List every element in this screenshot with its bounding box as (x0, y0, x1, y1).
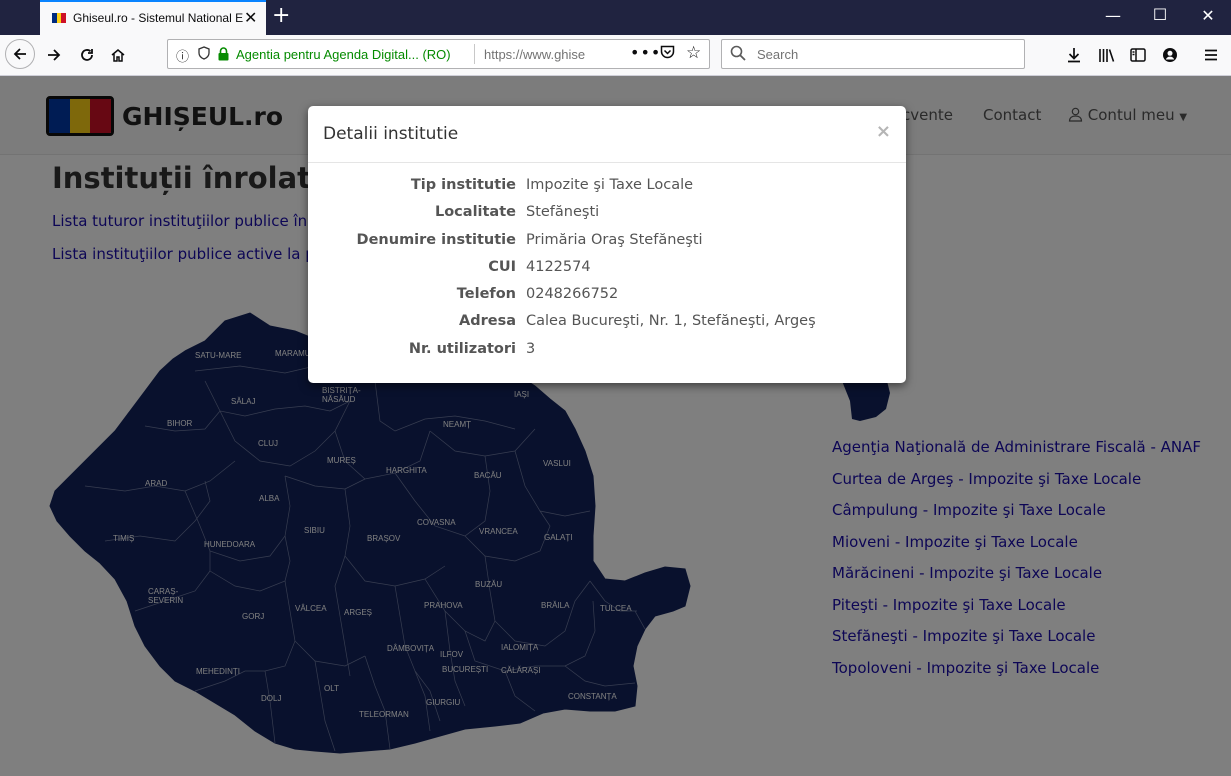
search-input[interactable]: Search (757, 47, 798, 62)
detail-row: Adresa Calea Bucureşti, Nr. 1, Stefăneşt… (308, 313, 906, 340)
detail-row: Telefon 0248266752 (308, 286, 906, 313)
detail-label: CUI (488, 258, 516, 275)
url-text[interactable]: https://www.ghise (484, 47, 585, 62)
back-arrow-icon[interactable] (5, 39, 35, 69)
bookmark-star-icon[interactable]: ☆ (686, 43, 701, 63)
maximize-icon[interactable]: ☐ (1150, 5, 1170, 24)
home-icon[interactable] (106, 43, 130, 67)
pocket-icon[interactable] (660, 45, 675, 63)
close-window-icon[interactable]: ✕ (1198, 6, 1218, 25)
library-icon[interactable] (1094, 43, 1118, 67)
detail-label: Telefon (456, 286, 516, 303)
web-page: GHIȘEUL.ro cvente Contact Contul meu ▼ I… (0, 76, 1231, 776)
detail-value: 3 (526, 340, 536, 357)
url-separator (474, 44, 475, 64)
detail-value: Impozite şi Taxe Locale (526, 177, 694, 193)
tab-title: Ghiseul.ro - Sistemul National E (73, 11, 243, 25)
site-identity[interactable]: Agentia pentru Agenda Digital... (RO) (236, 47, 451, 62)
modal-body: Tip institutie Impozite şi Taxe Locale L… (308, 177, 906, 368)
modal-close-icon[interactable]: × (876, 121, 891, 142)
detail-row: Localitate Stefăneşti (308, 204, 906, 231)
navigation-toolbar: ⓘ Agentia pentru Agenda Digital... (RO) … (0, 35, 1231, 76)
detail-label: Tip institutie (410, 177, 516, 193)
detail-label: Localitate (434, 204, 516, 221)
modal-header: Detalii institutie × (308, 106, 906, 163)
search-bar[interactable]: Search (721, 39, 1025, 69)
modal-title: Detalii institutie (323, 124, 459, 144)
detail-label: Denumire institutie (356, 231, 516, 248)
account-icon[interactable] (1158, 43, 1182, 67)
tab-close-icon[interactable]: ✕ (244, 8, 257, 27)
search-icon (730, 45, 746, 61)
tracking-shield-icon[interactable] (198, 46, 210, 64)
detail-row: Denumire institutie Primăria Oraş Stefăn… (308, 232, 906, 259)
institution-details-modal: Detalii institutie × Tip institutie Impo… (308, 106, 906, 383)
detail-value: 0248266752 (526, 286, 619, 303)
detail-value: Calea Bucureşti, Nr. 1, Stefăneşti, Arge… (526, 313, 816, 330)
info-icon[interactable]: ⓘ (176, 46, 189, 65)
detail-label: Adresa (458, 313, 516, 330)
tab-bar: Ghiseul.ro - Sistemul National E ✕ + — ☐… (0, 0, 1231, 35)
detail-value: Stefăneşti (526, 204, 600, 221)
url-bar[interactable]: ⓘ Agentia pentru Agenda Digital... (RO) … (167, 39, 710, 69)
page-actions-icon[interactable]: ••• (630, 43, 661, 62)
detail-value: Primăria Oraş Stefăneşti (526, 231, 703, 248)
detail-value: 4122574 (526, 258, 591, 275)
detail-row: Nr. utilizatori 3 (308, 341, 906, 368)
detail-label: Nr. utilizatori (408, 340, 516, 357)
new-tab-icon[interactable]: + (272, 3, 290, 28)
favicon-flag-icon (52, 13, 67, 23)
lock-icon (218, 46, 229, 61)
detail-row: CUI 4122574 (308, 259, 906, 286)
forward-arrow-icon[interactable] (42, 43, 66, 67)
active-tab[interactable]: Ghiseul.ro - Sistemul National E ✕ (40, 0, 266, 35)
minimize-icon[interactable]: — (1103, 6, 1123, 25)
download-icon[interactable] (1062, 43, 1086, 67)
reload-icon[interactable] (75, 43, 99, 67)
detail-row: Tip institutie Impozite şi Taxe Locale (308, 177, 906, 204)
sidebar-icon[interactable] (1126, 43, 1150, 67)
hamburger-menu-icon[interactable] (1199, 43, 1223, 67)
